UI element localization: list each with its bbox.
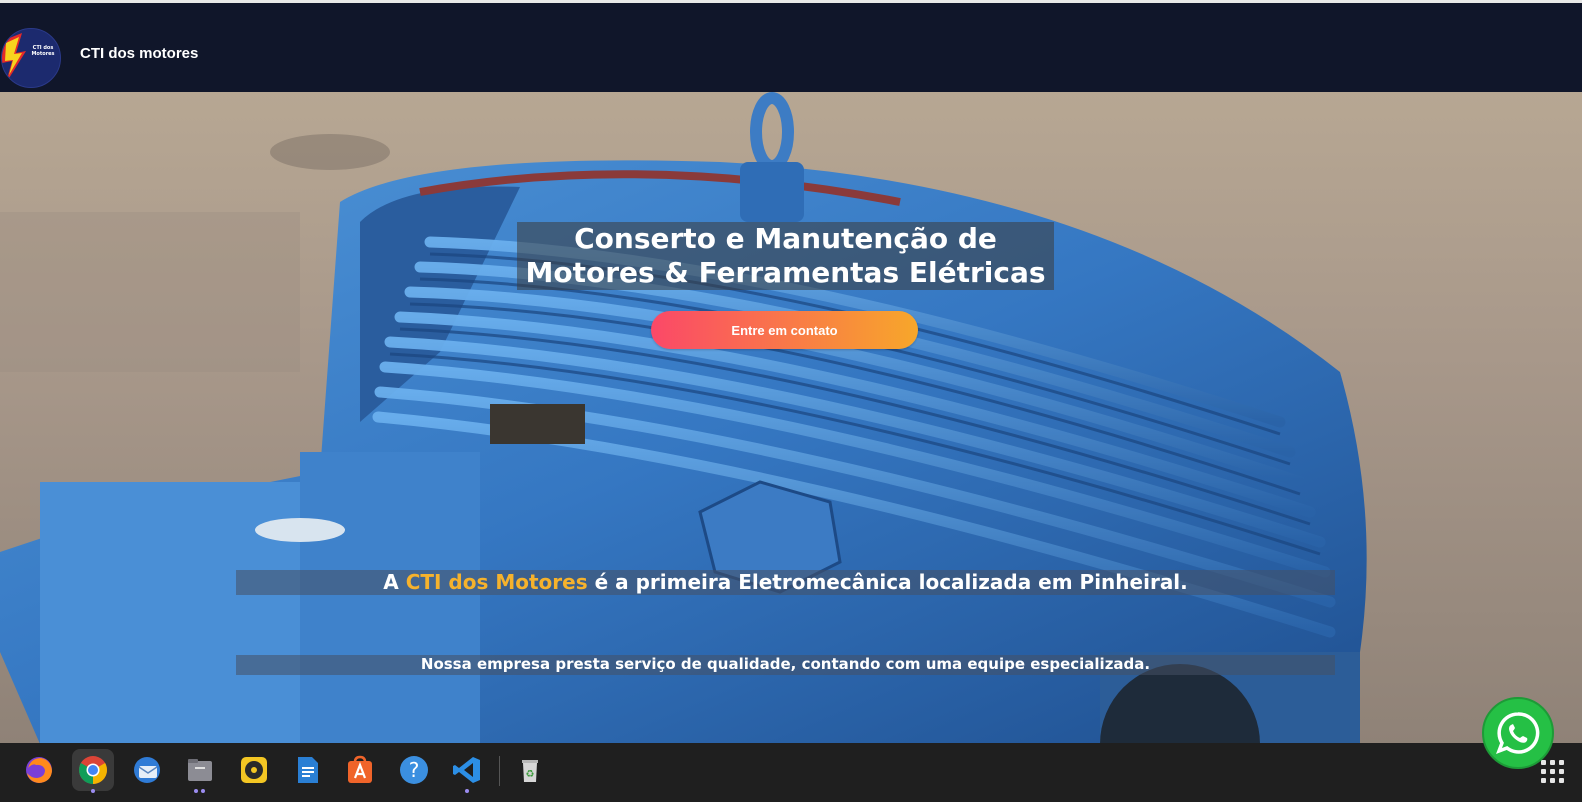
trash-icon: ♻ [522, 760, 538, 782]
contact-button[interactable]: Entre em contato [651, 311, 918, 349]
hero-title: Conserto e Manutenção de Motores & Ferra… [517, 222, 1054, 290]
svg-text:♻: ♻ [526, 769, 535, 780]
running-indicator [194, 789, 198, 793]
taskbar-app-center[interactable] [339, 749, 381, 791]
files-icon [188, 759, 212, 781]
chrome-icon [79, 756, 107, 784]
site-logo[interactable]: CTI dos Motores [1, 28, 61, 88]
hero-title-line2: Motores & Ferramentas Elétricas [525, 256, 1046, 289]
apps-grid-icon[interactable] [1541, 760, 1565, 784]
taskbar: ? ♻ [0, 743, 1582, 802]
brand-name[interactable]: CTI dos motores [80, 45, 198, 62]
thunderbird-icon [134, 757, 160, 783]
taskbar-trash[interactable]: ♻ [509, 749, 551, 791]
running-indicator [465, 789, 469, 793]
taskbar-vscode[interactable] [446, 749, 488, 793]
taskbar-chrome[interactable] [72, 749, 114, 793]
intro-suffix: é a primeira Eletromecânica localizada e… [587, 570, 1188, 594]
taskbar-writer[interactable] [286, 749, 328, 791]
lightning-bolt-icon [2, 29, 60, 87]
hero-title-line1: Conserto e Manutenção de [574, 222, 997, 255]
taskbar-help[interactable]: ? [393, 749, 435, 791]
whatsapp-icon [1496, 712, 1540, 754]
company-intro: A CTI dos Motores é a primeira Eletromec… [236, 570, 1335, 595]
taskbar-separator [499, 756, 500, 786]
taskbar-files[interactable] [179, 749, 221, 793]
motor-background-image [0, 92, 1367, 744]
taskbar-firefox[interactable] [18, 749, 60, 791]
running-indicator [201, 789, 205, 793]
intro-prefix: A [383, 570, 406, 594]
writer-icon [298, 757, 318, 783]
app-center-icon [348, 755, 372, 783]
intro-company-name: CTI dos Motores [405, 570, 588, 594]
hero-section: Conserto e Manutenção de Motores & Ferra… [0, 92, 1582, 744]
running-indicator [91, 789, 95, 793]
company-description: Nossa empresa presta serviço de qualidad… [236, 655, 1335, 675]
logo-text: CTI dos Motores [31, 45, 55, 57]
rhythmbox-icon [241, 757, 267, 783]
taskbar-thunderbird[interactable] [126, 749, 168, 791]
help-icon: ? [400, 756, 428, 784]
svg-text:?: ? [409, 758, 420, 782]
whatsapp-button[interactable] [1482, 697, 1554, 769]
vscode-icon [453, 757, 480, 783]
navbar: CTI dos Motores CTI dos motores [0, 3, 1582, 92]
taskbar-rhythmbox[interactable] [233, 749, 275, 791]
firefox-icon [26, 757, 52, 783]
